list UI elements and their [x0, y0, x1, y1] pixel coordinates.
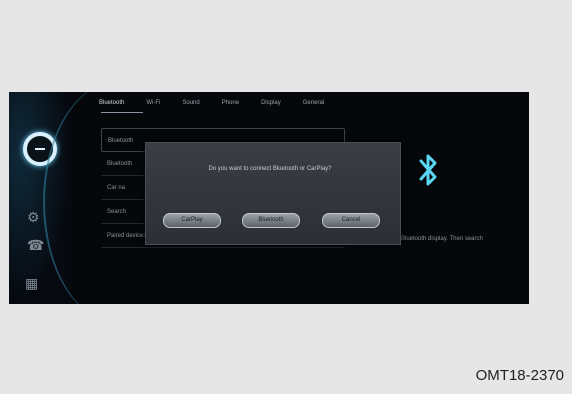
figure-id: OMT18-2370 — [475, 367, 564, 384]
connect-dialog: Do you want to connect Bluetooth or CarP… — [145, 142, 401, 245]
active-tab-indicator — [101, 112, 143, 113]
tab-bluetooth[interactable]: Bluetooth — [99, 100, 124, 106]
carplay-button[interactable]: CarPlay — [163, 213, 221, 228]
dialog-message: Do you want to connect Bluetooth or CarP… — [208, 166, 332, 172]
tab-sound[interactable]: Sound — [182, 100, 199, 106]
tab-general[interactable]: General — [303, 100, 324, 106]
settings-icon[interactable]: ⚙ — [27, 210, 40, 224]
bluetooth-button[interactable]: Bluetooth — [242, 213, 300, 228]
tab-display[interactable]: Display — [261, 100, 281, 106]
figure-frame: ⚙ ☎ ▦ Bluetooth Wi-Fi Sound Phone Displa… — [0, 0, 572, 394]
assistant-mouth — [35, 148, 45, 150]
apps-icon[interactable]: ▦ — [25, 276, 38, 290]
infotainment-screen: ⚙ ☎ ▦ Bluetooth Wi-Fi Sound Phone Displa… — [9, 92, 529, 304]
tab-phone[interactable]: Phone — [222, 100, 239, 106]
bluetooth-icon — [419, 154, 437, 186]
bluetooth-caption: Bluetooth display. Then search — [401, 236, 483, 242]
phone-icon[interactable]: ☎ — [27, 238, 44, 252]
tab-wifi[interactable]: Wi-Fi — [146, 100, 160, 106]
settings-tabs: Bluetooth Wi-Fi Sound Phone Display Gene… — [99, 100, 324, 106]
cancel-button[interactable]: Cancel — [322, 213, 380, 228]
